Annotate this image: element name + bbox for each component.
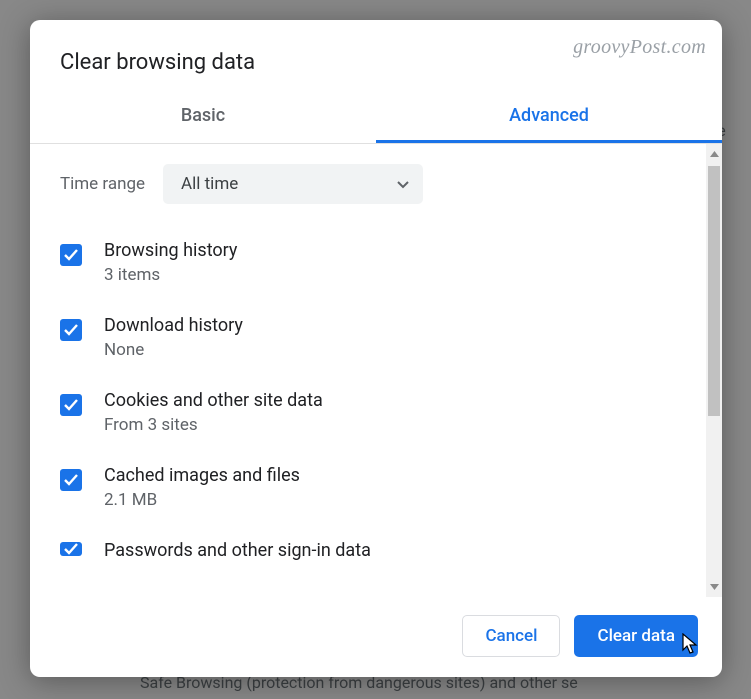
item-sub: None bbox=[104, 340, 243, 360]
scroll-up-icon[interactable] bbox=[706, 146, 722, 162]
item-sub: 3 items bbox=[104, 265, 237, 285]
tab-advanced[interactable]: Advanced bbox=[376, 93, 722, 143]
chevron-down-icon bbox=[397, 174, 409, 194]
list-item[interactable]: Cookies and other site data From 3 sites bbox=[60, 380, 686, 455]
checkbox-cookies[interactable] bbox=[60, 394, 82, 416]
watermark: groovyPost.com bbox=[573, 36, 706, 59]
clear-data-button[interactable]: Clear data bbox=[574, 615, 698, 657]
cursor-icon bbox=[681, 633, 699, 660]
item-title: Passwords and other sign-in data bbox=[104, 540, 371, 561]
item-sub: From 3 sites bbox=[104, 415, 323, 435]
list-item[interactable]: Cached images and files 2.1 MB bbox=[60, 455, 686, 530]
check-icon bbox=[64, 249, 78, 261]
item-text: Download history None bbox=[104, 315, 243, 360]
time-range-select[interactable]: All time bbox=[163, 164, 423, 204]
check-icon bbox=[64, 399, 78, 411]
list-item[interactable]: Passwords and other sign-in data bbox=[60, 530, 686, 561]
check-icon bbox=[64, 324, 78, 336]
clear-browsing-data-dialog: groovyPost.com Clear browsing data Basic… bbox=[30, 20, 722, 677]
item-title: Download history bbox=[104, 315, 243, 336]
checkbox-cached[interactable] bbox=[60, 469, 82, 491]
tab-basic[interactable]: Basic bbox=[30, 93, 376, 143]
time-range-value: All time bbox=[181, 174, 238, 194]
time-range-label: Time range bbox=[60, 174, 145, 194]
item-title: Cached images and files bbox=[104, 465, 300, 486]
checkbox-download-history[interactable] bbox=[60, 319, 82, 341]
item-sub: 2.1 MB bbox=[104, 490, 300, 510]
cancel-button[interactable]: Cancel bbox=[462, 615, 560, 657]
checkbox-browsing-history[interactable] bbox=[60, 244, 82, 266]
time-range-row: Time range All time bbox=[60, 164, 686, 204]
clear-data-label: Clear data bbox=[597, 626, 675, 646]
scroll-down-icon[interactable] bbox=[706, 579, 722, 595]
check-icon bbox=[64, 474, 78, 486]
item-text: Passwords and other sign-in data bbox=[104, 540, 371, 561]
item-text: Browsing history 3 items bbox=[104, 240, 237, 285]
list-item[interactable]: Download history None bbox=[60, 305, 686, 380]
scroll-content: Time range All time Browsing history 3 i… bbox=[30, 144, 706, 597]
item-text: Cached images and files 2.1 MB bbox=[104, 465, 300, 510]
scrollbar[interactable] bbox=[706, 144, 722, 597]
scrollbar-thumb[interactable] bbox=[708, 166, 720, 416]
tab-bar: Basic Advanced bbox=[30, 93, 722, 144]
check-icon bbox=[64, 543, 78, 555]
list-item[interactable]: Browsing history 3 items bbox=[60, 230, 686, 305]
dialog-body: Time range All time Browsing history 3 i… bbox=[30, 144, 722, 597]
item-title: Cookies and other site data bbox=[104, 390, 323, 411]
item-title: Browsing history bbox=[104, 240, 237, 261]
checkbox-passwords[interactable] bbox=[60, 542, 82, 556]
item-text: Cookies and other site data From 3 sites bbox=[104, 390, 323, 435]
dialog-footer: Cancel Clear data bbox=[30, 597, 722, 677]
